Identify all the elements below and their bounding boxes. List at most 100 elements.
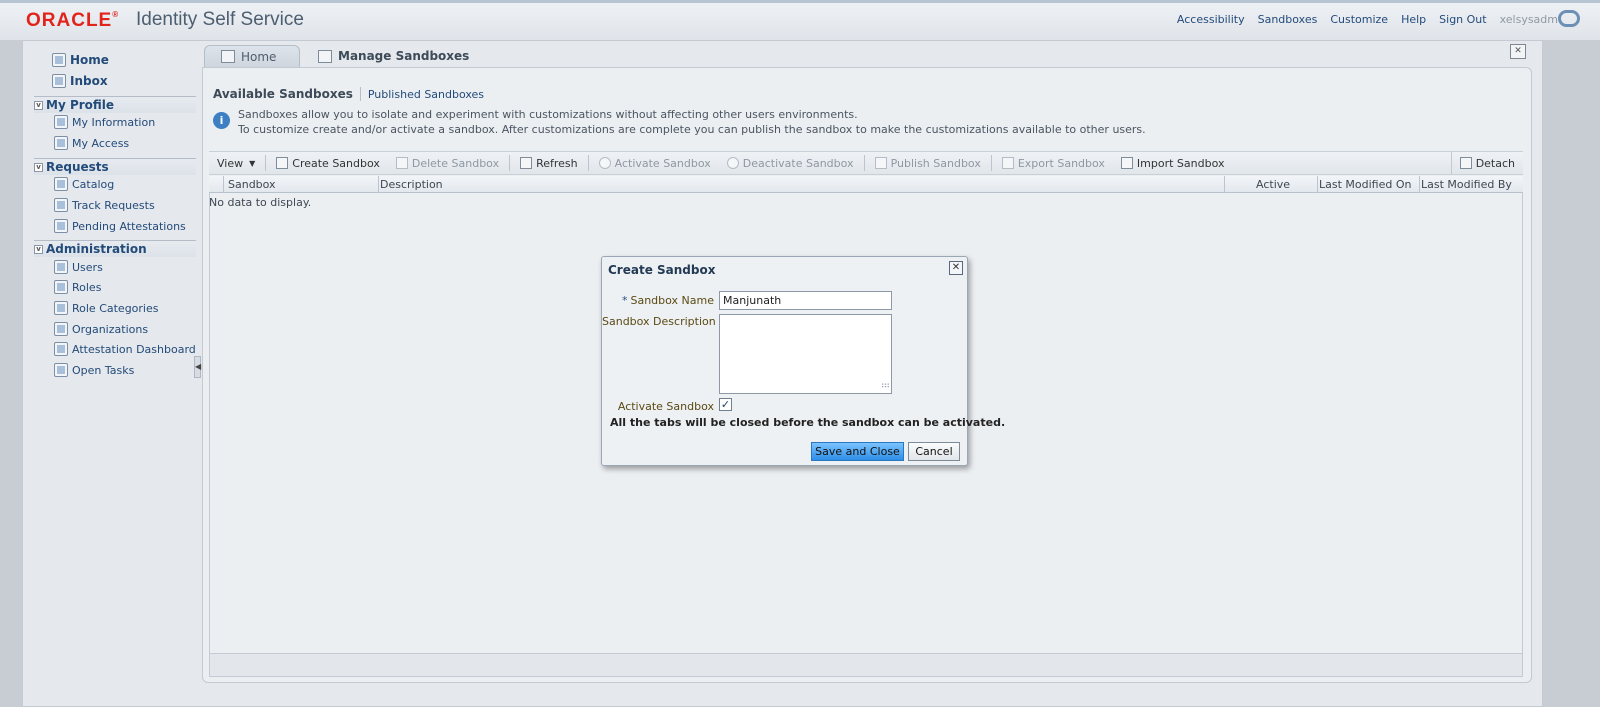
- toolbar-divider: [863, 155, 865, 171]
- resize-grip-icon[interactable]: ⠰⠶: [878, 381, 890, 391]
- toolbar-divider: [990, 155, 992, 171]
- help-link[interactable]: Help: [1401, 13, 1426, 26]
- export-sandbox-button[interactable]: Export Sandbox: [994, 152, 1113, 174]
- sandbox-description-textarea[interactable]: [719, 314, 892, 394]
- nav-track-requests[interactable]: Track Requests: [54, 198, 155, 212]
- checklist-icon: [54, 219, 68, 233]
- column-header-last-modified-on[interactable]: Last Modified On: [1319, 178, 1411, 191]
- delete-sandbox-button[interactable]: Delete Sandbox: [388, 152, 507, 174]
- organization-icon: [54, 322, 68, 336]
- tab-manage-sandboxes[interactable]: Manage Sandboxes: [302, 45, 472, 67]
- global-header: ORACLE® Identity Self Service Accessibil…: [0, 0, 1600, 40]
- empty-table-message: No data to display.: [209, 196, 312, 209]
- deactivate-icon: [726, 157, 739, 169]
- username: xelsysadm: [1499, 13, 1558, 26]
- toolbar-divider: [587, 155, 589, 171]
- create-sandbox-button[interactable]: Create Sandbox: [268, 152, 388, 174]
- sandbox-name-input[interactable]: [719, 291, 892, 310]
- nav-my-information[interactable]: My Information: [54, 115, 155, 129]
- create-sandbox-dialog: Create Sandbox ✕ *Sandbox Name Sandbox D…: [601, 256, 1005, 466]
- oracle-logo: ORACLE®: [26, 10, 120, 31]
- activate-sandbox-checkbox[interactable]: ✓: [719, 398, 732, 411]
- person-icon: [54, 115, 68, 129]
- column-divider: [1224, 176, 1225, 193]
- accessibility-link[interactable]: Accessibility: [1177, 13, 1245, 26]
- chevron-down-icon: v: [34, 244, 43, 254]
- publish-sandbox-button[interactable]: Publish Sandbox: [867, 152, 989, 174]
- sandbox-description-label: Sandbox Description: [602, 315, 716, 328]
- nav-inbox[interactable]: Inbox: [52, 74, 108, 88]
- sign-out-link[interactable]: Sign Out: [1439, 13, 1486, 26]
- nav-organizations[interactable]: Organizations: [54, 322, 148, 336]
- cancel-button[interactable]: Cancel: [908, 442, 960, 461]
- subtab-published-sandboxes[interactable]: Published Sandboxes: [361, 88, 484, 101]
- close-icon[interactable]: ✕: [949, 261, 963, 275]
- nav-users[interactable]: Users: [54, 260, 103, 274]
- subtab-available-sandboxes[interactable]: Available Sandboxes: [213, 87, 361, 101]
- binoculars-icon: [54, 198, 68, 212]
- nav-section-administration[interactable]: v Administration: [34, 240, 196, 257]
- nav-section-requests[interactable]: v Requests: [34, 158, 196, 175]
- sandbox-toolbar: View ▼ Create Sandbox Delete Sandbox Refr…: [209, 151, 1523, 175]
- customize-link[interactable]: Customize: [1330, 13, 1388, 26]
- key-icon: [54, 136, 68, 150]
- book-icon: [54, 177, 68, 191]
- create-icon: [276, 157, 289, 169]
- app-title: Identity Self Service: [136, 9, 304, 30]
- home-icon: [52, 53, 66, 67]
- column-header-last-modified-by[interactable]: Last Modified By: [1421, 178, 1512, 191]
- save-and-close-button[interactable]: Save and Close: [811, 442, 904, 461]
- table-footer: [209, 653, 1523, 677]
- toolbar-divider: [509, 155, 511, 171]
- view-menu-button[interactable]: View ▼: [209, 152, 263, 174]
- refresh-button[interactable]: Refresh: [512, 152, 586, 174]
- nav-section-my-profile[interactable]: v My Profile: [34, 96, 196, 113]
- column-divider: [1317, 176, 1318, 193]
- export-icon: [1001, 157, 1014, 169]
- sandboxes-link[interactable]: Sandboxes: [1258, 13, 1318, 26]
- column-header-sandbox[interactable]: Sandbox: [228, 178, 276, 191]
- sandbox-name-label: * Sandbox Name: [621, 294, 714, 307]
- user-status-icon[interactable]: [1558, 10, 1580, 27]
- collapse-panel-handle[interactable]: ◀: [194, 356, 201, 378]
- activate-icon: [598, 157, 611, 169]
- caret-down-icon: ▼: [249, 158, 256, 168]
- nav-role-categories[interactable]: Role Categories: [54, 301, 159, 315]
- import-icon: [1120, 157, 1133, 169]
- close-tabs-icon[interactable]: ✕: [1510, 44, 1526, 59]
- roles-icon: [54, 280, 68, 294]
- detach-button[interactable]: Detach: [1450, 152, 1523, 174]
- role-categories-icon: [54, 301, 68, 315]
- table-header: Sandbox Description Active Last Modified…: [209, 176, 1523, 193]
- activation-warning: All the tabs will be closed before the s…: [610, 416, 1006, 429]
- sandbox-subtabs: Available Sandboxes Published Sandboxes: [213, 87, 484, 101]
- nav-attestation-dashboard[interactable]: Attestation Dashboard: [54, 342, 196, 356]
- delete-icon: [395, 157, 408, 169]
- nav-open-tasks[interactable]: Open Tasks: [54, 363, 134, 377]
- publish-icon: [874, 157, 887, 169]
- nav-my-access[interactable]: My Access: [54, 136, 129, 150]
- nav-pending-attestations[interactable]: Pending Attestations: [54, 219, 186, 233]
- nav-roles[interactable]: Roles: [54, 280, 101, 294]
- info-message: Sandboxes allow you to isolate and exper…: [238, 108, 1146, 136]
- document-icon: [318, 49, 332, 63]
- import-sandbox-button[interactable]: Import Sandbox: [1113, 152, 1233, 174]
- activate-sandbox-button[interactable]: Activate Sandbox: [591, 152, 719, 174]
- activate-sandbox-label: Activate Sandbox: [617, 400, 714, 413]
- column-divider: [378, 176, 379, 193]
- chevron-down-icon: v: [34, 162, 43, 172]
- info-icon: i: [213, 112, 230, 129]
- chevron-down-icon: v: [34, 100, 43, 110]
- column-header-description[interactable]: Description: [380, 178, 443, 191]
- deactivate-sandbox-button[interactable]: Deactivate Sandbox: [719, 152, 862, 174]
- dialog-title: Create Sandbox: [608, 263, 716, 277]
- column-divider: [223, 176, 224, 193]
- tab-home[interactable]: Home: [204, 45, 300, 67]
- required-indicator: *: [621, 294, 628, 307]
- nav-catalog[interactable]: Catalog: [54, 177, 114, 191]
- users-icon: [54, 260, 68, 274]
- column-header-active[interactable]: Active: [1256, 178, 1290, 191]
- nav-home[interactable]: Home: [52, 53, 109, 67]
- detach-icon: [1459, 157, 1472, 169]
- toolbar-divider: [265, 155, 267, 171]
